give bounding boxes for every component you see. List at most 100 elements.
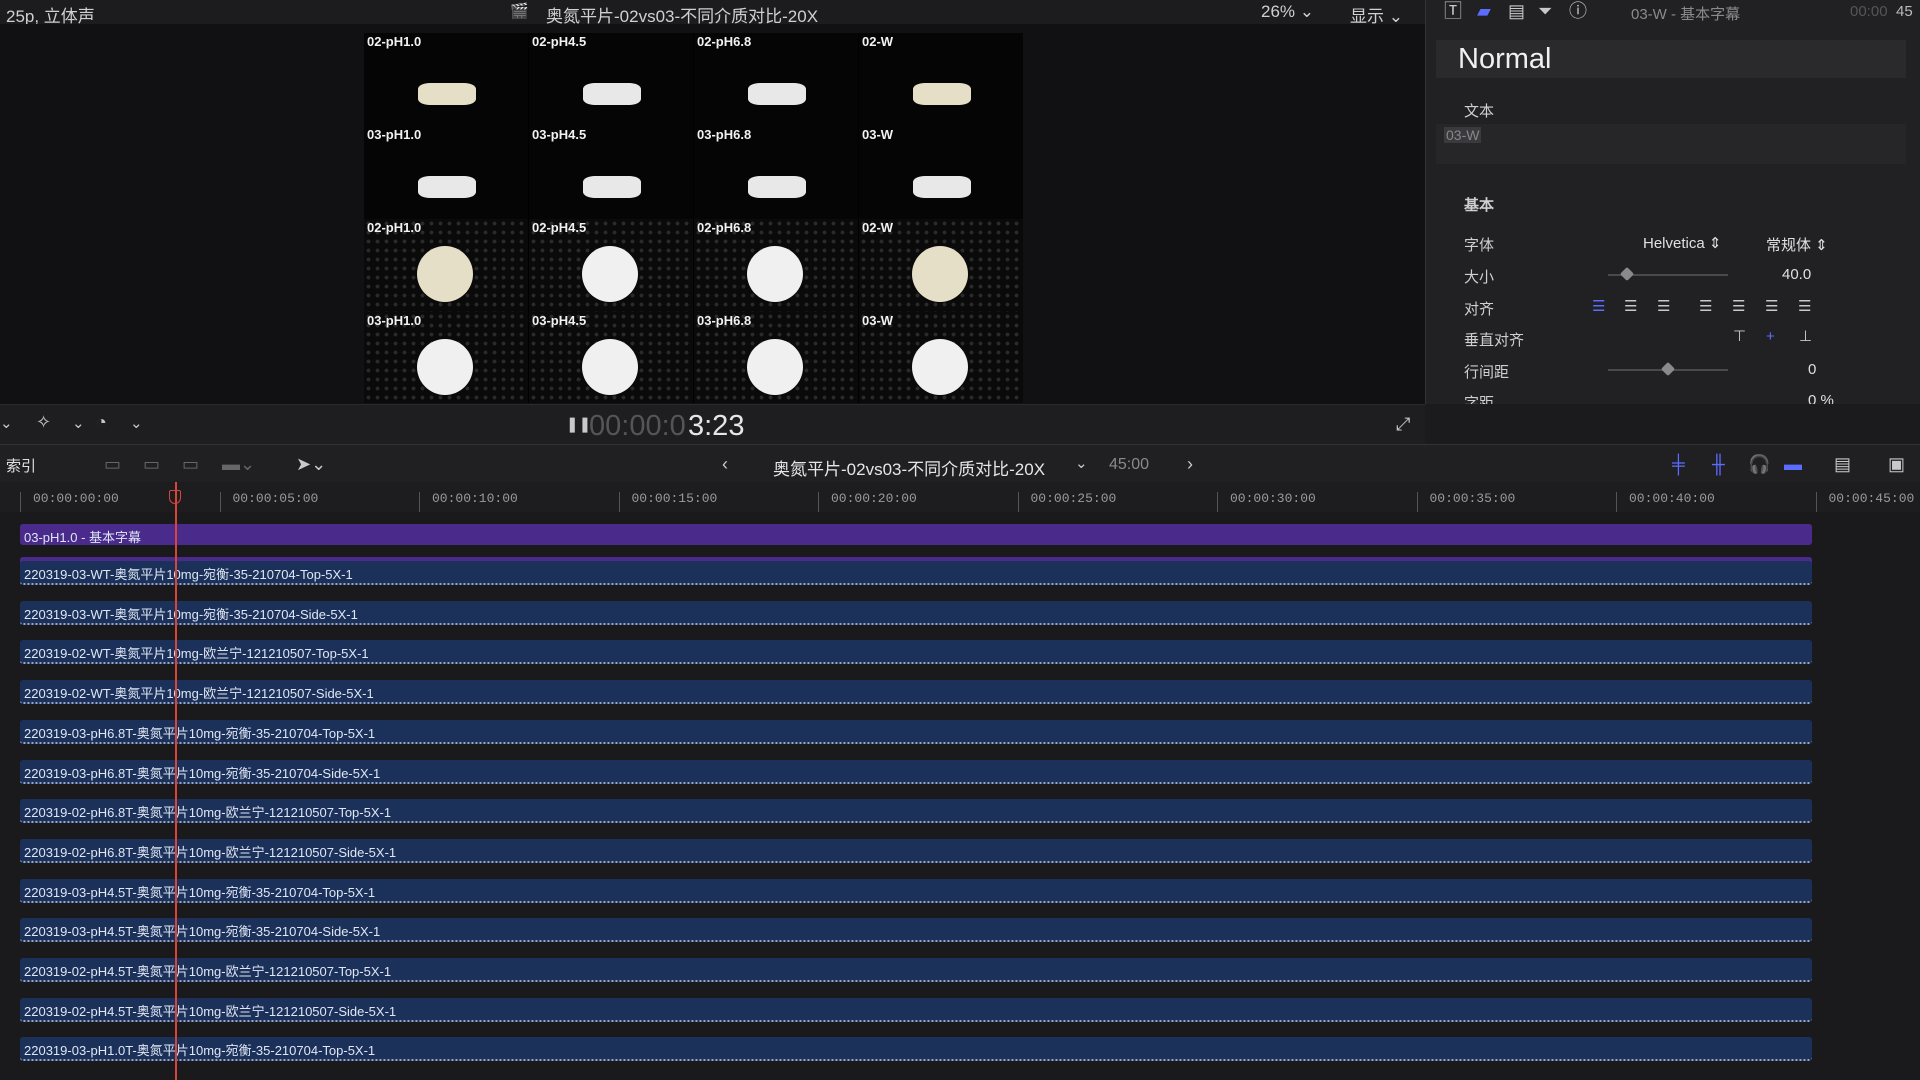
overwrite-clip-icon[interactable]: ▬⌄ [222, 455, 255, 473]
playhead[interactable] [175, 482, 177, 1080]
select-tool-icon[interactable]: ➤⌄ [296, 455, 326, 473]
tablet-image [417, 339, 473, 395]
speed-icon[interactable]: ◔ [96, 413, 107, 431]
video-clip[interactable]: 220319-02-pH4.5T-奥氮平片10mg-欧兰宁-121210507-… [20, 997, 1812, 1022]
timeline-ruler[interactable]: 00:00:00:00 00:00:05:00 00:00:10:00 00:00:1… [0, 482, 1920, 512]
clip-appearance-icon[interactable]: ▤ [1834, 455, 1851, 473]
video-clip[interactable]: 220319-03-WT-奥氮平片10mg-宛衡-35-210704-Side-… [20, 600, 1812, 625]
audio-skimming-icon[interactable]: ╫ [1712, 455, 1725, 473]
fullscreen-icon[interactable]: ⤢ [1396, 415, 1410, 433]
project-menu-chevron-icon[interactable]: ⌄ [1075, 455, 1088, 473]
tracking-row-clipped: 字距 0 % [1426, 390, 1920, 404]
tablet-image [418, 83, 476, 105]
title-inspector-icon[interactable]: ▰ [1477, 2, 1491, 20]
viewer-cell-label: 02-pH1.0 [367, 34, 422, 49]
viewer-cell-label: 02-pH6.8 [697, 220, 752, 235]
filter-icon[interactable]: ⏷ [1538, 2, 1552, 20]
preset-row[interactable]: Normal [1436, 40, 1906, 78]
history-back-icon[interactable]: ‹ [722, 455, 728, 473]
line-spacing-value[interactable]: 0 [1808, 361, 1816, 378]
video-clip[interactable]: 220319-03-pH6.8T-奥氮平片10mg-宛衡-35-210704-T… [20, 719, 1812, 744]
ruler-tick-label: 00:00:35:00 [1429, 491, 1516, 506]
snapping-icon[interactable]: ▬ [1784, 455, 1802, 473]
video-clip[interactable]: 220319-02-WT-奥氮平片10mg-欧兰宁-121210507-Top-… [20, 640, 1812, 665]
align-center-icon[interactable]: ☰ [1624, 298, 1637, 316]
size-slider-knob[interactable] [1620, 266, 1635, 282]
playhead-handle[interactable] [169, 490, 181, 504]
font-style-popup[interactable]: 常规体 ⇕ [1766, 234, 1828, 255]
tablet-image [417, 246, 473, 302]
tablet-image [748, 83, 806, 105]
clip-label: 220319-02-pH4.5T-奥氮平片10mg-欧兰宁-121210507-… [24, 1003, 397, 1019]
tablet-image [913, 83, 971, 105]
timeline[interactable]: 00:00:00:00 00:00:05:00 00:00:10:00 00:00:1… [0, 482, 1920, 1080]
justify-left-icon[interactable]: ☰ [1699, 298, 1712, 316]
connect-clip-icon[interactable]: ▭ [104, 455, 121, 473]
timecode-dim: 00:00:0 [589, 410, 686, 442]
clip-label: 220319-02-WT-奥氮平片10mg-欧兰宁-121210507-Top-… [24, 646, 369, 662]
clip-label: 220319-02-pH6.8T-奥氮平片10mg-欧兰宁-121210507-… [24, 844, 397, 860]
history-forward-icon[interactable]: › [1187, 455, 1193, 473]
append-clip-icon[interactable]: ▭ [182, 455, 199, 473]
insert-clip-icon[interactable]: ▭ [143, 455, 160, 473]
clip-label: 220319-02-pH6.8T-奥氮平片10mg-欧兰宁-121210507-… [24, 805, 392, 821]
justify-center-icon[interactable]: ☰ [1732, 298, 1745, 316]
view-options-icon[interactable]: ⌄ [0, 415, 13, 433]
magic-wand-icon[interactable]: ✧ [36, 413, 51, 431]
align-right-icon[interactable]: ☰ [1657, 298, 1670, 316]
ruler-tick-label: 00:00:15:00 [631, 491, 718, 506]
size-label: 大小 [1464, 269, 1495, 286]
valign-middle-icon[interactable]: + [1766, 328, 1775, 346]
clip-label: 220319-03-WT-奥氮平片10mg-宛衡-35-210704-Side-… [24, 606, 358, 622]
tracking-value[interactable]: 0 % [1808, 392, 1834, 404]
preset-name: Normal [1458, 43, 1552, 75]
video-clip[interactable]: 220319-03-pH1.0T-奥氮平片10mg-宛衡-35-210704-T… [20, 1037, 1812, 1062]
clip-label: 03-pH1.0 - 基本字幕 [24, 530, 142, 545]
viewer-cell-label: 03-pH4.5 [532, 313, 587, 328]
ruler-tick-label: 00:00:10:00 [432, 491, 518, 506]
timeline-toolbar: 索引 ▭ ▭ ▭ ▬⌄ ➤⌄ ‹ 奥氮平片-02vs03-不同介质对比-20X … [0, 444, 1920, 484]
valign-top-icon[interactable]: ⊤ [1733, 328, 1746, 346]
ruler-tick-label: 00:00:05:00 [232, 491, 319, 506]
align-left-icon[interactable]: ☰ [1592, 298, 1605, 316]
video-clip[interactable]: 220319-02-pH6.8T-奥氮平片10mg-欧兰宁-121210507-… [20, 838, 1812, 863]
enhance-menu-icon[interactable]: ⌄ [72, 415, 85, 433]
valign-label: 垂直对齐 [1464, 332, 1525, 349]
viewer-cell: 03-pH6.8 [694, 126, 858, 219]
index-button[interactable]: 索引 [6, 455, 36, 476]
video-clip[interactable]: 220319-03-pH4.5T-奥氮平片10mg-宛衡-35-210704-S… [20, 918, 1812, 943]
video-clip[interactable]: 220319-03-WT-奥氮平片10mg-宛衡-35-210704-Top-5… [20, 561, 1812, 585]
speed-menu-icon[interactable]: ⌄ [130, 415, 143, 433]
video-clip[interactable]: 220319-03-pH6.8T-奥氮平片10mg-宛衡-35-210704-S… [20, 759, 1812, 784]
project-name[interactable]: 奥氮平片-02vs03-不同介质对比-20X [773, 455, 1045, 480]
zoom-menu[interactable]: 26% ⌄ [1261, 2, 1314, 22]
ruler-tick [1616, 492, 1617, 512]
pause-icon[interactable]: ❚❚ [566, 416, 591, 434]
viewer-cell: 03-W [859, 312, 1023, 403]
solo-icon[interactable]: 🎧 [1748, 455, 1770, 473]
viewer-cell: 03-pH1.0 [364, 312, 528, 403]
text-inspector-icon[interactable]: 🅃 [1444, 2, 1462, 20]
text-field[interactable]: 03-W [1436, 124, 1906, 164]
viewer-cell: 03-pH4.5 [529, 312, 693, 403]
title-clip[interactable]: 03-pH1.0 - 基本字幕 [20, 524, 1812, 545]
video-inspector-icon[interactable]: ▤ [1508, 2, 1525, 20]
viewer-cell: 02-pH1.0 [364, 33, 528, 126]
effects-browser-icon[interactable]: ▣ [1888, 455, 1905, 473]
video-clip[interactable]: 220319-03-pH4.5T-奥氮平片10mg-宛衡-35-210704-T… [20, 878, 1812, 903]
line-spacing-knob[interactable] [1660, 361, 1676, 377]
font-family-popup[interactable]: Helvetica ⇕ [1643, 234, 1721, 252]
info-icon[interactable]: ⓘ [1569, 2, 1587, 20]
viewer-cell: 02-W [859, 219, 1023, 312]
viewer-cell-label: 02-pH1.0 [367, 220, 422, 235]
video-clip[interactable]: 220319-02-pH4.5T-奥氮平片10mg-欧兰宁-121210507-… [20, 958, 1812, 982]
valign-bottom-icon[interactable]: ⊥ [1799, 328, 1812, 346]
video-clip[interactable]: 220319-02-WT-奥氮平片10mg-欧兰宁-121210507-Side… [20, 680, 1812, 705]
justify-right-icon[interactable]: ☰ [1765, 298, 1778, 316]
justify-full-icon[interactable]: ☰ [1798, 298, 1811, 316]
tablet-image [583, 83, 641, 105]
viewer-cell: 03-W [859, 126, 1023, 219]
video-clip[interactable]: 220319-02-pH6.8T-奥氮平片10mg-欧兰宁-121210507-… [20, 799, 1812, 824]
size-value[interactable]: 40.0 [1782, 266, 1811, 283]
skimming-icon[interactable]: ╪ [1672, 455, 1685, 473]
